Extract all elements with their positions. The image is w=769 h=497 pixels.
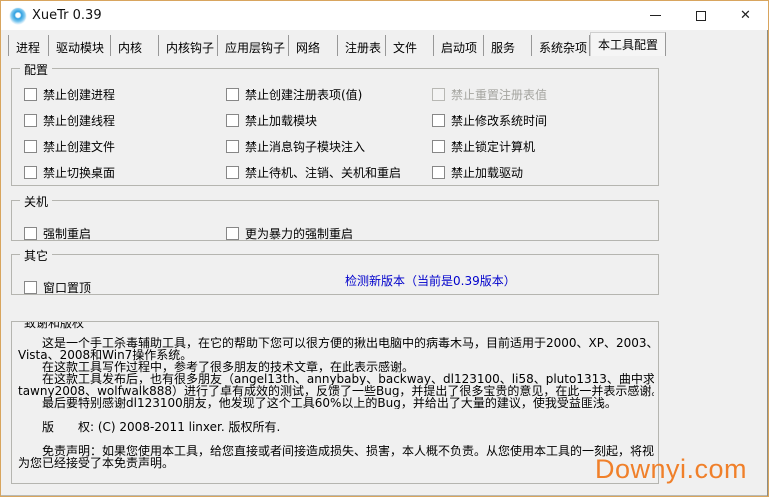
config-column-1: 禁止创建进程 禁止创建线程 禁止创建文件 禁止切换桌面 — [24, 81, 115, 185]
credits-line: tawny2008、wolfwalk888）进行了卓有成效的测试，反馈了一些Bu… — [18, 385, 654, 397]
checkbox-box[interactable] — [226, 88, 239, 101]
window-controls: ✕ — [633, 1, 768, 30]
tab-services[interactable]: 服务 — [484, 35, 532, 56]
checkbox-box — [432, 88, 445, 101]
checkbox-box[interactable] — [432, 166, 445, 179]
checkbox-box[interactable] — [226, 140, 239, 153]
group-config: 配置 禁止创建进程 禁止创建线程 禁止创建文件 禁止切换桌面 禁止创建注册 — [11, 68, 659, 186]
checkbox-window-topmost[interactable]: 窗口置顶 — [24, 274, 91, 300]
credits-line: 在这款工具发布后，也有很多朋友（angel13th、annybaby、backw… — [18, 373, 654, 385]
checkbox-box[interactable] — [432, 114, 445, 127]
config-column-3: 禁止重置注册表值 禁止修改系统时间 禁止锁定计算机 禁止加载驱动 — [432, 81, 547, 185]
config-column-2: 禁止创建注册表项(值) 禁止加载模块 禁止消息钩子模块注入 禁止待机、注销、关机… — [226, 81, 401, 185]
group-credits-title: 致谢和版权 — [20, 321, 88, 331]
credits-line: 这是一个手工杀毒辅助工具，在它的帮助下您可以很方便的揪出电脑中的病毒木马，目前适… — [18, 337, 654, 349]
tab-bar: 进程 驱动模块 内核 内核钩子 应用层钩子 网络 注册表 文件 启动项 服务 系… — [3, 32, 766, 56]
checkbox-no-standby-logoff-shutdown-reboot[interactable]: 禁止待机、注销、关机和重启 — [226, 159, 401, 185]
minimize-button[interactable] — [633, 1, 678, 30]
credits-text: 这是一个手工杀毒辅助工具，在它的帮助下您可以很方便的揪出电脑中的病毒木马，目前适… — [18, 337, 654, 469]
tab-system-misc[interactable]: 系统杂项 — [532, 35, 590, 56]
check-new-version-link[interactable]: 检测新版本（当前是0.39版本） — [345, 272, 516, 289]
checkbox-no-modify-system-time[interactable]: 禁止修改系统时间 — [432, 107, 547, 133]
group-other-title: 其它 — [20, 247, 52, 264]
tab-kernel[interactable]: 内核 — [111, 35, 159, 56]
checkbox-box[interactable] — [24, 88, 37, 101]
group-credits: 致谢和版权 这是一个手工杀毒辅助工具，在它的帮助下您可以很方便的揪出电脑中的病毒… — [11, 321, 659, 484]
checkbox-box[interactable] — [24, 227, 37, 240]
shutdown-column-1: 强制重启 — [24, 213, 91, 246]
credits-line: Vista、2008和Win7操作系统。 — [18, 349, 654, 361]
credits-copyright-line: 版 权: (C) 2008-2011 linxer. 版权所有. — [18, 421, 654, 433]
group-shutdown: 关机 强制重启 更为暴力的强制重启 — [11, 200, 659, 241]
checkbox-no-switch-desktop[interactable]: 禁止切换桌面 — [24, 159, 115, 185]
checkbox-box[interactable] — [24, 166, 37, 179]
checkbox-no-msghook-module-inject[interactable]: 禁止消息钩子模块注入 — [226, 133, 401, 159]
title-bar: XueTr 0.39 ✕ — [1, 1, 768, 30]
other-column-1: 窗口置顶 — [24, 267, 91, 300]
window-title: XueTr 0.39 — [32, 8, 102, 23]
group-shutdown-title: 关机 — [20, 193, 52, 210]
group-other: 其它 窗口置顶 检测新版本（当前是0.39版本） — [11, 254, 659, 295]
credits-line — [18, 433, 654, 445]
group-config-title: 配置 — [20, 61, 52, 78]
close-button[interactable]: ✕ — [723, 1, 768, 30]
checkbox-no-load-driver[interactable]: 禁止加载驱动 — [432, 159, 547, 185]
checkbox-box[interactable] — [24, 140, 37, 153]
minimize-icon — [650, 15, 661, 16]
tab-files[interactable]: 文件 — [386, 35, 434, 56]
checkbox-no-create-process[interactable]: 禁止创建进程 — [24, 81, 115, 107]
tab-processes[interactable]: 进程 — [8, 35, 49, 56]
app-logo-icon — [10, 8, 26, 24]
credits-line — [18, 409, 654, 421]
tab-kernel-hooks[interactable]: 内核钩子 — [159, 35, 218, 56]
downyi-watermark: Downyi.com — [595, 454, 747, 485]
tab-driver-modules[interactable]: 驱动模块 — [49, 35, 111, 56]
credits-disclaimer-line: 免责声明：如果您使用本工具，给您直接或者间接造成损失、损害，本人概不负责。从您使… — [18, 445, 654, 457]
tab-startup[interactable]: 启动项 — [434, 35, 484, 56]
checkbox-no-load-module[interactable]: 禁止加载模块 — [226, 107, 401, 133]
credits-disclaimer-line: 为您已经接受了本免责声明。 — [18, 457, 654, 469]
checkbox-box[interactable] — [226, 227, 239, 240]
checkbox-no-reset-registry-value: 禁止重置注册表值 — [432, 81, 547, 107]
checkbox-box[interactable] — [24, 114, 37, 127]
checkbox-no-lock-computer[interactable]: 禁止锁定计算机 — [432, 133, 547, 159]
checkbox-more-violent-force-reboot[interactable]: 更为暴力的强制重启 — [226, 220, 353, 246]
checkbox-no-create-thread[interactable]: 禁止创建线程 — [24, 107, 115, 133]
checkbox-box[interactable] — [226, 114, 239, 127]
credits-line: 最后要特别感谢dl123100朋友，他发现了这个工具60%以上的Bug，并给出了… — [18, 397, 654, 409]
credits-line: 在这款工具写作过程中，参考了很多朋友的技术文章，在此表示感谢。 — [18, 361, 654, 373]
checkbox-no-create-registry-item[interactable]: 禁止创建注册表项(值) — [226, 81, 401, 107]
checkbox-box[interactable] — [24, 281, 37, 294]
tab-registry[interactable]: 注册表 — [338, 35, 386, 56]
tab-app-hooks[interactable]: 应用层钩子 — [218, 35, 289, 56]
close-icon: ✕ — [740, 9, 751, 22]
checkbox-box[interactable] — [226, 166, 239, 179]
tab-network[interactable]: 网络 — [289, 35, 338, 56]
app-window: XueTr 0.39 ✕ 进程 驱动模块 内核 内核钩子 应用层钩子 网络 注册… — [0, 0, 769, 497]
maximize-button[interactable] — [678, 1, 723, 30]
maximize-icon — [696, 11, 706, 21]
checkbox-box[interactable] — [432, 140, 445, 153]
checkbox-force-reboot[interactable]: 强制重启 — [24, 220, 91, 246]
checkbox-no-create-file[interactable]: 禁止创建文件 — [24, 133, 115, 159]
shutdown-column-2: 更为暴力的强制重启 — [226, 213, 353, 246]
tab-tool-config[interactable]: 本工具配置 — [590, 32, 666, 56]
